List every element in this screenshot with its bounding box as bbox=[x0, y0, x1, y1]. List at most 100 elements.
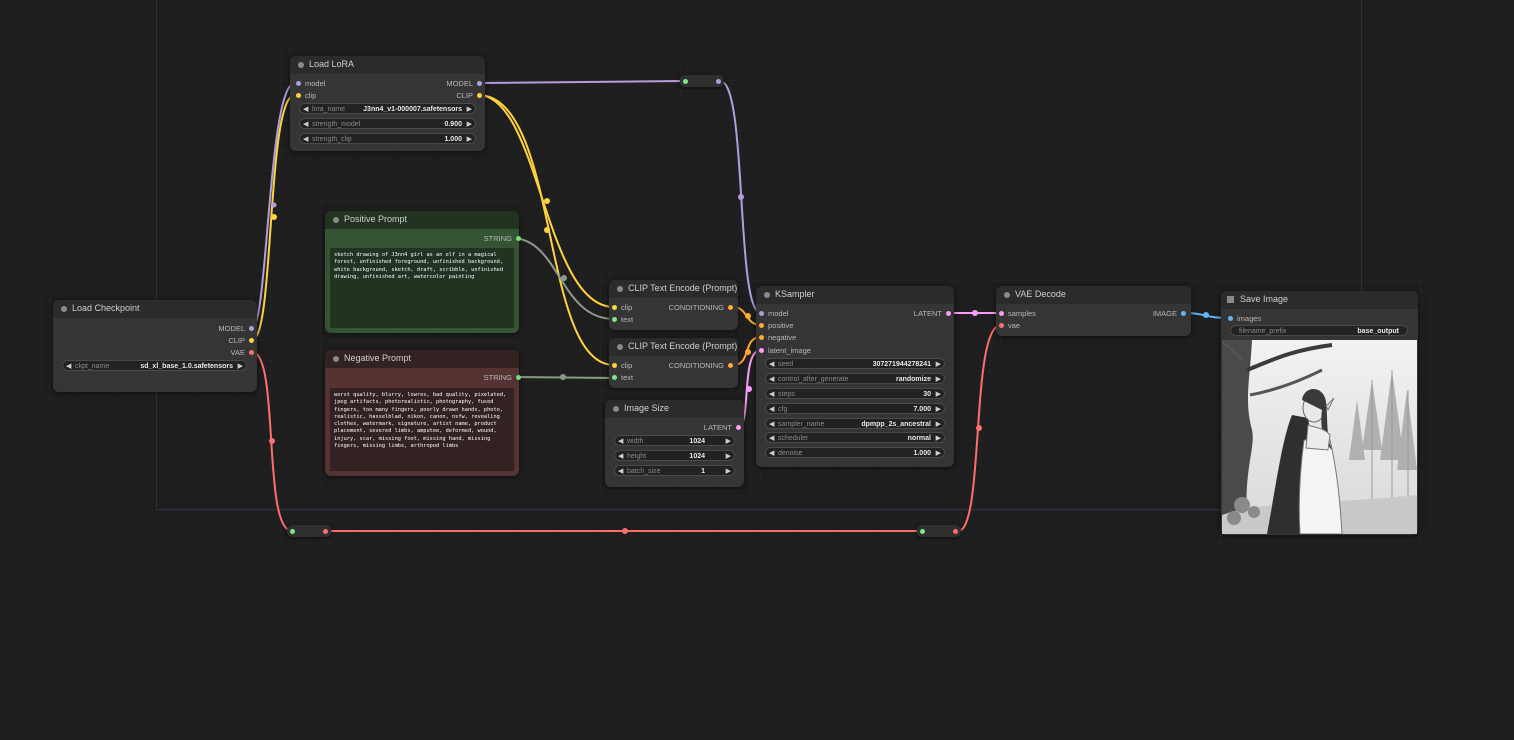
arrow-right-icon[interactable]: ▶ bbox=[467, 135, 472, 143]
arrow-right-icon[interactable]: ▶ bbox=[467, 120, 472, 128]
output-slot-conditioning[interactable]: CONDITIONING bbox=[669, 361, 733, 370]
widget-strength-model[interactable]: ◀ strength_model 0.900 ▶ bbox=[299, 118, 476, 129]
arrow-left-icon[interactable]: ◀ bbox=[66, 362, 71, 370]
widget-height[interactable]: ◀ height 1024 ▶ bbox=[614, 450, 735, 461]
node-negative-prompt[interactable]: Negative Prompt STRING worst quality, bl… bbox=[325, 350, 521, 476]
arrow-left-icon[interactable]: ◀ bbox=[769, 434, 774, 442]
collapse-dot-icon[interactable] bbox=[617, 286, 623, 292]
widget-seed[interactable]: ◀ seed 307271944278241 ▶ bbox=[765, 358, 945, 369]
input-slot-negative[interactable]: negative bbox=[759, 333, 796, 342]
arrow-left-icon[interactable]: ◀ bbox=[303, 120, 308, 128]
reroute-input-dot[interactable] bbox=[290, 528, 295, 534]
node-title-bar[interactable]: CLIP Text Encode (Prompt) bbox=[609, 338, 738, 356]
arrow-left-icon[interactable]: ◀ bbox=[618, 437, 623, 445]
output-slot-string[interactable]: STRING bbox=[484, 373, 521, 382]
node-vae-decode[interactable]: VAE Decode samples vae IMAGE bbox=[996, 286, 1191, 336]
node-title-bar[interactable]: Negative Prompt bbox=[325, 350, 519, 368]
widget-denoise[interactable]: ◀ denoise 1.000 ▶ bbox=[765, 447, 945, 458]
output-slot-latent[interactable]: LATENT bbox=[704, 423, 741, 432]
node-title-bar[interactable]: Load Checkpoint bbox=[53, 300, 257, 318]
arrow-left-icon[interactable]: ◀ bbox=[618, 467, 623, 475]
reroute-input-dot[interactable] bbox=[920, 528, 925, 534]
input-slot-latent-image[interactable]: latent_image bbox=[759, 346, 811, 355]
collapse-square-icon[interactable] bbox=[1227, 296, 1234, 303]
output-slot-image[interactable]: IMAGE bbox=[1153, 309, 1186, 318]
arrow-left-icon[interactable]: ◀ bbox=[769, 390, 774, 398]
input-slot-model[interactable]: model bbox=[759, 309, 788, 318]
node-title-bar[interactable]: Save Image bbox=[1221, 291, 1418, 309]
prompt-textarea[interactable]: sketch drawing of J3nn4 girl as an elf i… bbox=[330, 248, 514, 328]
arrow-left-icon[interactable]: ◀ bbox=[769, 375, 774, 383]
node-title-bar[interactable]: Load LoRA bbox=[290, 56, 485, 74]
reroute-model[interactable] bbox=[680, 75, 724, 87]
node-ksampler[interactable]: KSampler model positive negative latent_… bbox=[756, 286, 954, 467]
arrow-left-icon[interactable]: ◀ bbox=[618, 452, 623, 460]
collapse-dot-icon[interactable] bbox=[61, 306, 67, 312]
widget-steps[interactable]: ◀ steps 30 ▶ bbox=[765, 388, 945, 399]
node-clip-text-encode-negative[interactable]: CLIP Text Encode (Prompt) clip text COND… bbox=[609, 338, 738, 388]
collapse-dot-icon[interactable] bbox=[298, 62, 304, 68]
arrow-right-icon[interactable]: ▶ bbox=[726, 437, 731, 445]
node-title-bar[interactable]: Image Size bbox=[605, 400, 744, 418]
widget-batch-size[interactable]: ◀ batch_size 1 ▶ bbox=[614, 465, 735, 476]
collapse-dot-icon[interactable] bbox=[333, 217, 339, 223]
arrow-right-icon[interactable]: ▶ bbox=[936, 375, 941, 383]
arrow-left-icon[interactable]: ◀ bbox=[303, 105, 308, 113]
widget-sampler-name[interactable]: ◀ sampler_name dpmpp_2s_ancestral ▶ bbox=[765, 418, 945, 429]
node-title-bar[interactable]: CLIP Text Encode (Prompt) bbox=[609, 280, 738, 298]
arrow-right-icon[interactable]: ▶ bbox=[467, 105, 472, 113]
input-slot-clip[interactable]: clip bbox=[612, 361, 632, 370]
output-slot-conditioning[interactable]: CONDITIONING bbox=[669, 303, 733, 312]
input-slot-images[interactable]: images bbox=[1228, 314, 1261, 323]
node-load-checkpoint[interactable]: Load Checkpoint MODEL CLIP VAE ◀ ckpt_na… bbox=[53, 300, 257, 392]
node-load-lora[interactable]: Load LoRA model clip MODEL CLIP ◀ lora_n… bbox=[290, 56, 485, 151]
arrow-right-icon[interactable]: ▶ bbox=[726, 452, 731, 460]
input-slot-clip[interactable]: clip bbox=[296, 91, 316, 100]
node-positive-prompt[interactable]: Positive Prompt STRING sketch drawing of… bbox=[325, 211, 521, 333]
collapse-dot-icon[interactable] bbox=[1004, 292, 1010, 298]
arrow-right-icon[interactable]: ▶ bbox=[936, 449, 941, 457]
reroute-vae-right[interactable] bbox=[917, 525, 961, 537]
input-slot-text[interactable]: text bbox=[612, 373, 633, 382]
arrow-right-icon[interactable]: ▶ bbox=[936, 390, 941, 398]
reroute-output-dot[interactable] bbox=[323, 528, 328, 534]
node-title-bar[interactable]: VAE Decode bbox=[996, 286, 1191, 304]
arrow-left-icon[interactable]: ◀ bbox=[769, 449, 774, 457]
arrow-left-icon[interactable]: ◀ bbox=[769, 420, 774, 428]
widget-control-after-generate[interactable]: ◀ control_after_generate randomize ▶ bbox=[765, 373, 945, 384]
arrow-right-icon[interactable]: ▶ bbox=[936, 360, 941, 368]
prompt-textarea[interactable]: worst quality, blurry, lowres, bad quali… bbox=[330, 388, 514, 471]
collapse-dot-icon[interactable] bbox=[764, 292, 770, 298]
output-slot-model[interactable]: MODEL bbox=[218, 324, 254, 333]
node-clip-text-encode-positive[interactable]: CLIP Text Encode (Prompt) clip text COND… bbox=[609, 280, 738, 330]
widget-width[interactable]: ◀ width 1024 ▶ bbox=[614, 435, 735, 446]
widget-strength-clip[interactable]: ◀ strength_clip 1.000 ▶ bbox=[299, 133, 476, 144]
widget-lora-name[interactable]: ◀ lora_name J3nn4_v1-000007.safetensors … bbox=[299, 103, 476, 114]
arrow-right-icon[interactable]: ▶ bbox=[726, 467, 731, 475]
reroute-input-dot[interactable] bbox=[683, 78, 688, 84]
widget-filename-prefix[interactable]: filename_prefix base_output bbox=[1230, 325, 1408, 336]
input-slot-text[interactable]: text bbox=[612, 315, 633, 324]
output-image-preview[interactable] bbox=[1222, 340, 1417, 534]
output-slot-clip[interactable]: CLIP bbox=[456, 91, 482, 100]
node-title-bar[interactable]: KSampler bbox=[756, 286, 954, 304]
input-slot-positive[interactable]: positive bbox=[759, 321, 793, 330]
input-slot-model[interactable]: model bbox=[296, 79, 325, 88]
widget-ckpt-name[interactable]: ◀ ckpt_name sd_xl_base_1.0.safetensors ▶ bbox=[62, 360, 247, 371]
arrow-right-icon[interactable]: ▶ bbox=[936, 420, 941, 428]
output-slot-model[interactable]: MODEL bbox=[446, 79, 482, 88]
input-slot-clip[interactable]: clip bbox=[612, 303, 632, 312]
input-slot-samples[interactable]: samples bbox=[999, 309, 1036, 318]
node-image-size[interactable]: Image Size LATENT ◀ width 1024 ▶ ◀ heigh… bbox=[605, 400, 744, 487]
reroute-vae-left[interactable] bbox=[287, 525, 331, 537]
widget-scheduler[interactable]: ◀ scheduler normal ▶ bbox=[765, 432, 945, 443]
collapse-dot-icon[interactable] bbox=[617, 344, 623, 350]
reroute-output-dot[interactable] bbox=[953, 528, 958, 534]
arrow-right-icon[interactable]: ▶ bbox=[238, 362, 243, 370]
output-slot-vae[interactable]: VAE bbox=[231, 348, 254, 357]
node-save-image[interactable]: Save Image images filename_prefix base_o… bbox=[1221, 291, 1418, 535]
arrow-left-icon[interactable]: ◀ bbox=[769, 405, 774, 413]
output-slot-latent[interactable]: LATENT bbox=[914, 309, 951, 318]
node-title-bar[interactable]: Positive Prompt bbox=[325, 211, 519, 229]
input-slot-vae[interactable]: vae bbox=[999, 321, 1020, 330]
